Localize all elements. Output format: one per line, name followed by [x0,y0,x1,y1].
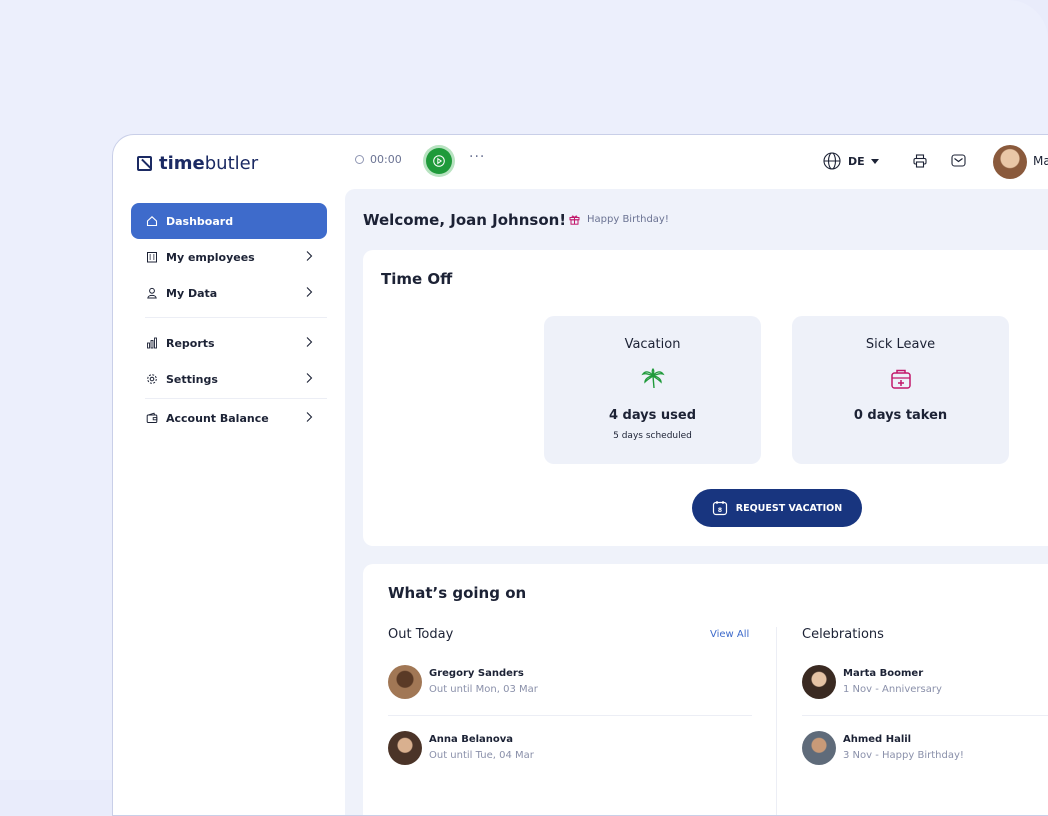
user-name[interactable]: Ma [1033,154,1048,168]
sidebar-item-dashboard[interactable]: Dashboard [131,203,327,239]
building-icon [145,251,159,263]
sidebar-item-my-employees[interactable]: My employees [131,239,327,275]
person-name: Marta Boomer [843,668,924,679]
sick-leave-title: Sick Leave [865,337,936,352]
gift-icon [569,215,580,225]
sidebar-item-label: Dashboard [166,214,234,228]
sidebar-divider [145,398,327,399]
chevron-right-icon [306,251,313,261]
avatar [388,665,422,699]
list-item[interactable]: Ahmed Halil 3 Nov - Happy Birthday! [802,731,1048,771]
clock-icon [355,155,364,164]
row-divider [388,715,752,716]
language-code: DE [848,154,865,168]
print-icon[interactable] [913,154,927,168]
time-off-card: Time Off Vacation 4 days used 5 days sch… [363,250,1048,546]
vacation-title: Vacation [624,337,681,352]
top-bar: time butler 00:00 ··· DE M [113,135,1048,189]
sidebar-item-label: Account Balance [166,411,269,425]
list-item[interactable]: Anna Belanova Out until Tue, 04 Mar [388,731,748,771]
start-timer-button[interactable] [426,148,452,174]
sidebar-item-label: Reports [166,336,215,350]
bar-chart-icon [145,337,159,349]
row-divider [802,715,1048,716]
person-detail: 1 Nov - Anniversary [843,684,942,695]
caret-down-icon [870,158,879,164]
avatar [802,665,836,699]
play-icon [433,155,445,167]
chevron-right-icon [306,412,313,422]
view-all-link[interactable]: View All [710,629,749,640]
sidebar-item-my-data[interactable]: My Data [131,275,327,311]
sick-days-taken: 0 days taken [853,408,948,423]
chevron-right-icon [306,287,313,297]
sidebar-item-label: Settings [166,372,218,386]
vacation-tile[interactable]: Vacation 4 days used 5 days scheduled [544,316,761,464]
column-divider [776,627,777,815]
sidebar-item-settings[interactable]: Settings [131,361,327,397]
home-icon [145,215,159,227]
svg-text:8: 8 [718,507,722,514]
time-tracker: 00:00 [355,153,402,166]
calendar-icon: 8 [712,501,727,516]
list-item[interactable]: Gregory Sanders Out until Mon, 03 Mar [388,665,748,705]
person-name: Anna Belanova [429,734,514,745]
person-detail: 3 Nov - Happy Birthday! [843,750,964,761]
celebrations-title: Celebrations [802,627,884,642]
logo-text-bold: time [159,152,205,174]
page-title: Welcome, Joan Johnson! [363,211,567,229]
palm-tree-icon [641,368,665,389]
person-name: Ahmed Halil [843,734,912,745]
logo-mark-icon [137,155,152,171]
chevron-right-icon [306,373,313,383]
whats-going-on-card: What’s going on Out Today View All Grego… [363,564,1048,815]
logo[interactable]: time butler [137,152,258,174]
person-detail: Out until Mon, 03 Mar [429,684,538,695]
request-vacation-button[interactable]: 8 REQUEST VACATION [692,489,862,527]
avatar [388,731,422,765]
sidebar-item-label: My employees [166,250,255,264]
user-icon [145,287,159,299]
language-selector[interactable]: DE [823,152,879,170]
globe-icon [823,152,841,170]
list-item[interactable]: Marta Boomer 1 Nov - Anniversary [802,665,1048,705]
chevron-right-icon [306,337,313,347]
sidebar-divider [145,317,327,318]
whats-going-on-title: What’s going on [388,584,527,602]
out-today-title: Out Today [388,627,454,642]
gear-icon [145,373,159,385]
sidebar-item-account-balance[interactable]: Account Balance [131,400,327,436]
more-options-button[interactable]: ··· [469,149,485,165]
logo-text-light: butler [204,152,259,174]
main-content: Welcome, Joan Johnson! Happy Birthday! T… [345,189,1048,815]
birthday-text: Happy Birthday! [587,214,669,225]
person-detail: Out until Tue, 04 Mar [429,750,534,761]
birthday-badge: Happy Birthday! [569,214,669,225]
request-vacation-label: REQUEST VACATION [735,502,843,514]
user-avatar[interactable] [993,145,1027,179]
timer-value: 00:00 [370,153,402,166]
sick-leave-tile[interactable]: Sick Leave 0 days taken [792,316,1009,464]
first-aid-kit-icon [891,369,911,389]
person-name: Gregory Sanders [429,668,524,679]
sidebar-nav: Dashboard My employees My Data Reports S… [131,203,327,436]
time-off-title: Time Off [381,270,453,288]
sidebar-item-label: My Data [166,286,218,300]
vacation-days-scheduled: 5 days scheduled [613,431,692,441]
sidebar-item-reports[interactable]: Reports [131,325,327,361]
app-window: time butler 00:00 ··· DE M Dashboard My … [112,134,1048,816]
wallet-icon [145,412,159,424]
avatar [802,731,836,765]
mail-icon[interactable] [951,154,966,167]
vacation-days-used: 4 days used [608,408,697,423]
